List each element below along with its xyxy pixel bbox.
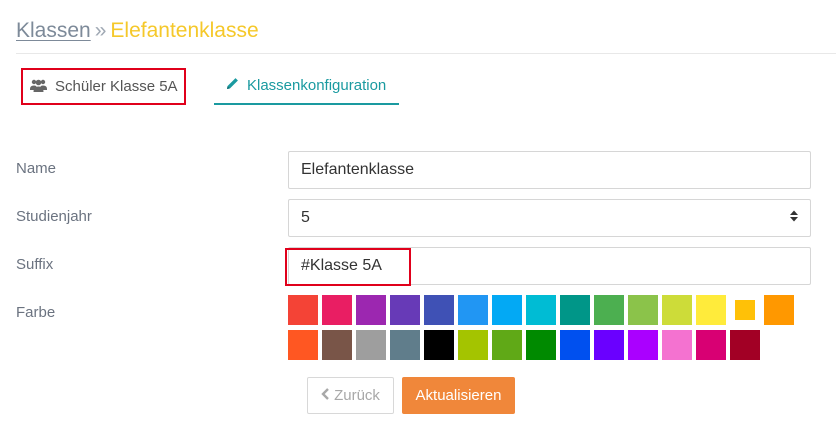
color-swatch[interactable] <box>526 330 556 360</box>
color-swatch[interactable] <box>696 295 726 325</box>
update-button-label: Aktualisieren <box>415 387 502 404</box>
tab-config[interactable]: Klassenkonfiguration <box>214 68 399 105</box>
suffix-input[interactable]: #Klasse 5A <box>288 247 811 285</box>
sort-arrows-icon <box>790 209 798 227</box>
back-button[interactable]: Zurück <box>307 377 394 414</box>
color-swatch[interactable] <box>492 295 522 325</box>
year-select[interactable]: 5 <box>288 199 811 237</box>
users-icon <box>30 78 55 96</box>
color-swatch[interactable] <box>424 330 454 360</box>
tab-students[interactable]: Schüler Klasse 5A <box>21 68 186 105</box>
color-swatch[interactable] <box>424 295 454 325</box>
color-swatch[interactable] <box>662 295 692 325</box>
color-swatch[interactable] <box>735 300 755 320</box>
year-select-value: 5 <box>301 209 310 226</box>
color-swatch[interactable] <box>356 295 386 325</box>
back-button-label: Zurück <box>334 387 380 404</box>
color-swatch[interactable] <box>390 295 420 325</box>
color-swatch[interactable] <box>628 330 658 360</box>
chevron-left-icon <box>321 387 334 404</box>
name-input-value: Elefantenklasse <box>301 161 414 178</box>
color-swatch[interactable] <box>594 330 624 360</box>
breadcrumb-link-classes[interactable]: Klassen <box>16 19 91 42</box>
color-swatch[interactable] <box>662 330 692 360</box>
color-swatch[interactable] <box>322 295 352 325</box>
page-title: Elefantenklasse <box>110 19 259 42</box>
suffix-input-value: #Klasse 5A <box>301 257 382 274</box>
color-swatch[interactable] <box>288 295 318 325</box>
name-label: Name <box>16 160 57 177</box>
color-swatch[interactable] <box>458 295 488 325</box>
suffix-label: Suffix <box>16 256 54 273</box>
header-divider <box>16 53 836 54</box>
color-swatch[interactable] <box>696 330 726 360</box>
name-input[interactable]: Elefantenklasse <box>288 151 811 189</box>
color-swatch[interactable] <box>288 330 318 360</box>
color-swatch[interactable] <box>560 295 590 325</box>
tab-config-label: Klassenkonfiguration <box>247 77 387 94</box>
color-swatch[interactable] <box>764 295 794 325</box>
color-swatch[interactable] <box>390 330 420 360</box>
color-swatch[interactable] <box>492 330 522 360</box>
breadcrumb: Klassen» Elefantenklasse <box>16 17 259 45</box>
color-swatch[interactable] <box>526 295 556 325</box>
color-swatch[interactable] <box>356 330 386 360</box>
color-swatch[interactable] <box>322 330 352 360</box>
color-swatch[interactable] <box>560 330 590 360</box>
color-swatch[interactable] <box>458 330 488 360</box>
color-swatch[interactable] <box>594 295 624 325</box>
color-swatch[interactable] <box>628 295 658 325</box>
year-label: Studienjahr <box>16 208 92 225</box>
breadcrumb-separator: » <box>94 19 107 42</box>
color-swatch[interactable] <box>730 330 760 360</box>
color-label: Farbe <box>16 304 56 321</box>
update-button[interactable]: Aktualisieren <box>402 377 515 414</box>
pencil-icon <box>226 77 247 94</box>
tab-students-label: Schüler Klasse 5A <box>55 78 178 95</box>
